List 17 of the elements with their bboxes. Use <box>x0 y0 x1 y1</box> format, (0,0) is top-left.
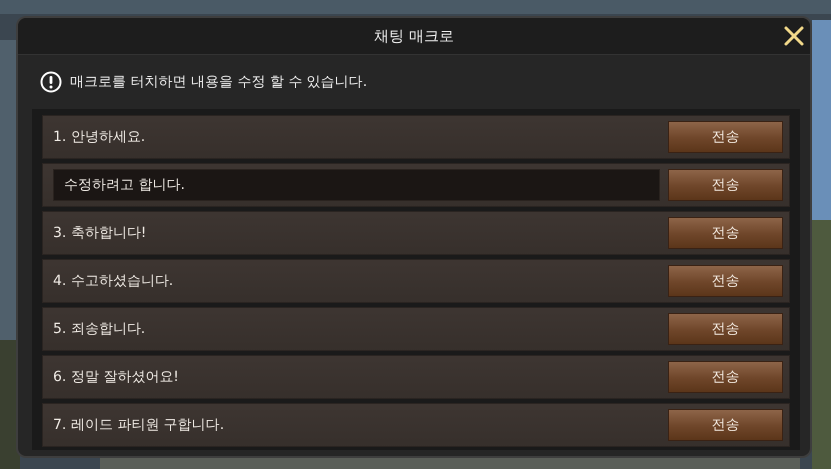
send-button[interactable]: 전송 <box>668 409 783 441</box>
send-button[interactable]: 전송 <box>668 265 783 297</box>
send-button[interactable]: 전송 <box>668 361 783 393</box>
macro-text[interactable]: 5. 죄송합니다. <box>53 320 660 338</box>
exclamation-icon <box>40 71 62 93</box>
macro-text[interactable]: 7. 레이드 파티원 구합니다. <box>53 416 660 434</box>
send-button[interactable]: 전송 <box>668 313 783 345</box>
macro-text[interactable]: 4. 수고하셨습니다. <box>53 272 660 290</box>
send-button[interactable]: 전송 <box>668 121 783 153</box>
macro-text[interactable]: 6. 정말 잘하셨어요! <box>53 368 660 386</box>
window-title: 채팅 매크로 <box>374 26 454 46</box>
send-button[interactable]: 전송 <box>668 169 783 201</box>
input-field[interactable]: 수정하려고 합니다. <box>53 169 660 201</box>
notice-text: 매크로를 터치하면 내용을 수정 할 수 있습니다. <box>70 73 368 91</box>
send-button[interactable]: 전송 <box>668 217 783 249</box>
macro-text[interactable]: 1. 안녕하세요. <box>53 128 660 146</box>
macro-text[interactable]: 3. 축하합니다! <box>53 224 660 242</box>
